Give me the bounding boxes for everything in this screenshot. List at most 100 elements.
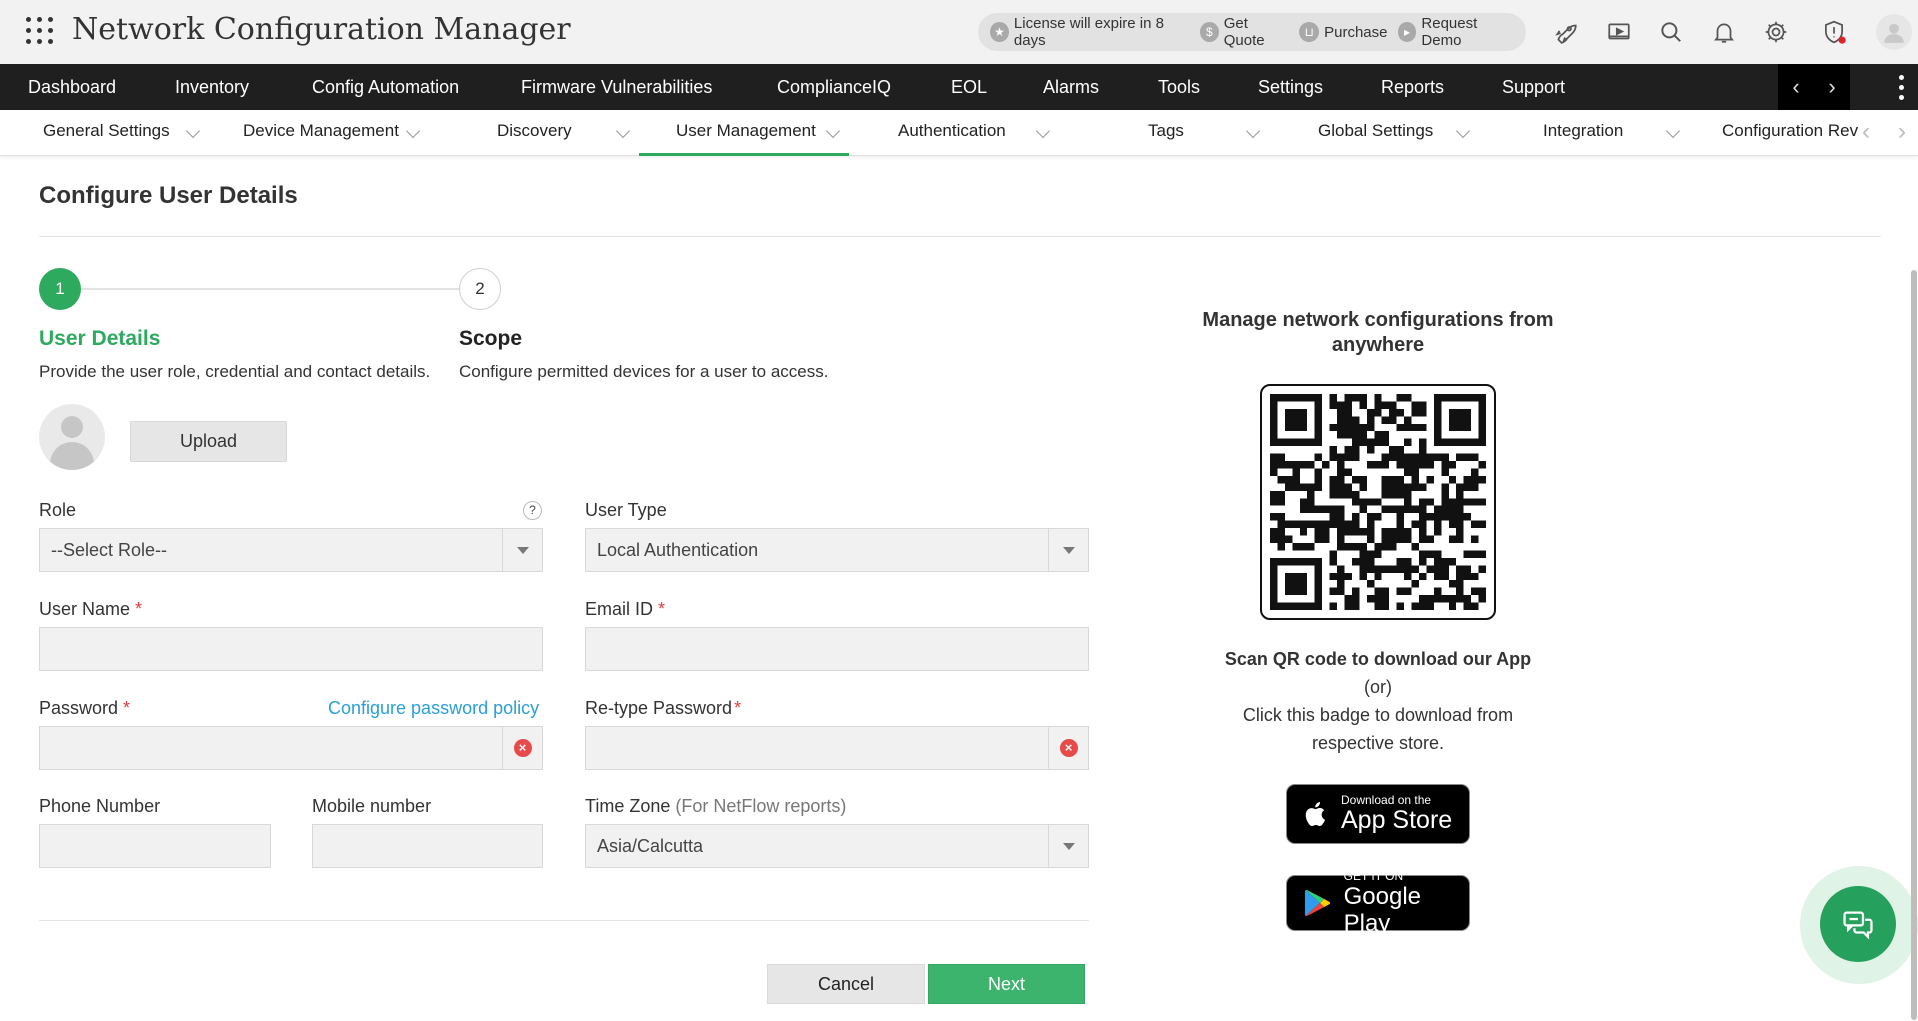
timezone-hint: (For NetFlow reports) <box>675 796 847 816</box>
chevron-down-icon[interactable] <box>825 123 841 139</box>
google-play-badge[interactable]: GET IT ON Google Play <box>1286 869 1470 937</box>
configure-password-policy-link[interactable]: Configure password policy <box>328 698 539 719</box>
nav-eol[interactable]: EOL <box>951 64 987 110</box>
subnav-user-management[interactable]: User Management <box>676 110 816 156</box>
subnav-integration[interactable]: Integration <box>1543 110 1623 156</box>
chat-icon <box>1843 911 1873 940</box>
email-input[interactable] <box>585 627 1089 671</box>
chevron-down-icon[interactable] <box>1245 123 1261 139</box>
dropdown-arrow-icon[interactable] <box>1048 825 1088 867</box>
subnav-global-settings[interactable]: Global Settings <box>1318 110 1433 156</box>
phone-input[interactable] <box>39 824 271 868</box>
clear-password-button[interactable]: × <box>502 727 542 769</box>
nav-inventory[interactable]: Inventory <box>175 64 249 110</box>
chevron-down-icon[interactable] <box>1035 123 1051 139</box>
shield-alert-icon[interactable] <box>1818 16 1850 48</box>
subnav-discovery[interactable]: Discovery <box>497 110 572 156</box>
user-avatar-icon[interactable] <box>1876 14 1912 50</box>
gear-icon[interactable] <box>1760 16 1792 48</box>
clear-retype-password-button[interactable]: × <box>1048 727 1088 769</box>
badge-instruction-text: Click this badge to download from respec… <box>1242 705 1514 753</box>
chevron-down-icon[interactable] <box>1455 123 1471 139</box>
chevron-down-icon[interactable] <box>185 123 201 139</box>
purchase-link[interactable]: ⊔ Purchase <box>1299 22 1388 42</box>
clear-icon: × <box>513 739 532 757</box>
cancel-button[interactable]: Cancel <box>767 964 925 1004</box>
get-quote-link[interactable]: $ Get Quote <box>1199 15 1289 49</box>
role-label: Role <box>39 500 77 520</box>
password-input[interactable]: × <box>39 726 543 770</box>
step-2-indicator[interactable]: 2 <box>459 268 501 310</box>
page-scrollbar[interactable] <box>1911 270 1917 1020</box>
nav-support[interactable]: Support <box>1502 64 1565 110</box>
required-mark: * <box>135 599 143 619</box>
subnav-next-arrow[interactable]: › <box>1898 110 1906 156</box>
subnav-authentication[interactable]: Authentication <box>898 110 1006 156</box>
request-demo-link[interactable]: ▸ Request Demo <box>1397 15 1517 49</box>
mobile-input[interactable] <box>312 824 543 868</box>
sub-nav: General Settings Device Management Disco… <box>0 110 1918 156</box>
dropdown-arrow-icon[interactable] <box>502 529 542 571</box>
retype-password-input[interactable]: × <box>585 726 1089 770</box>
required-mark: * <box>734 698 742 718</box>
request-demo-label: Request Demo <box>1421 15 1478 49</box>
user-name-input[interactable] <box>39 627 543 671</box>
timezone-value: Asia/Calcutta <box>597 836 704 856</box>
upload-button[interactable]: Upload <box>130 421 287 462</box>
stepper-connector <box>81 288 459 290</box>
next-button[interactable]: Next <box>928 964 1085 1004</box>
email-label-text: Email ID <box>585 599 654 619</box>
license-text: License will expire in 8 days <box>1013 15 1164 49</box>
search-icon[interactable] <box>1655 16 1687 48</box>
subnav-device-management[interactable]: Device Management <box>243 110 399 156</box>
user-name-label: User Name * <box>39 599 142 620</box>
nav-settings[interactable]: Settings <box>1258 64 1323 110</box>
cart-icon: ⊔ <box>1299 22 1320 42</box>
avatar-body <box>50 442 94 470</box>
nav-reports[interactable]: Reports <box>1381 64 1444 110</box>
timezone-select[interactable]: Asia/Calcutta <box>585 824 1089 868</box>
page-title: Configure User Details <box>39 182 298 209</box>
app-grid-icon[interactable] <box>26 17 54 45</box>
video-icon[interactable] <box>1603 16 1635 48</box>
promo-title: Manage network configurations from anywh… <box>1202 309 1554 356</box>
chat-button[interactable] <box>1820 886 1896 962</box>
app-download-qr-code <box>1260 384 1496 620</box>
step-2-title[interactable]: Scope <box>459 327 522 351</box>
rocket-icon[interactable] <box>1550 16 1582 48</box>
app-store-badge[interactable]: Download on the App Store <box>1286 784 1470 844</box>
chevron-down-icon[interactable] <box>1665 123 1681 139</box>
role-select[interactable]: --Select Role-- <box>39 528 543 572</box>
nav-dashboard[interactable]: Dashboard <box>28 64 116 110</box>
nav-config-automation[interactable]: Config Automation <box>312 64 459 110</box>
nav-complianceiq[interactable]: ComplianceIQ <box>777 64 891 110</box>
chevron-down-icon[interactable] <box>405 123 421 139</box>
subnav-prev-arrow[interactable]: ‹ <box>1862 110 1870 156</box>
qr-code-image <box>1270 394 1486 610</box>
clear-icon: × <box>1059 739 1078 757</box>
password-label: Password * <box>39 698 130 719</box>
nav-prev-arrow[interactable]: ‹ <box>1792 74 1799 100</box>
subnav-configuration-review[interactable]: Configuration Rev <box>1722 110 1858 156</box>
license-info[interactable]: ★ License will expire in 8 days <box>990 15 1190 49</box>
purchase-label: Purchase <box>1324 23 1388 41</box>
qr-modules <box>1270 394 1486 610</box>
nav-tools[interactable]: Tools <box>1158 64 1200 110</box>
user-type-select[interactable]: Local Authentication <box>585 528 1089 572</box>
help-icon[interactable]: ? <box>523 501 542 520</box>
chevron-down-icon[interactable] <box>615 123 631 139</box>
dropdown-arrow-icon[interactable] <box>1048 529 1088 571</box>
role-select-value: --Select Role-- <box>51 540 168 560</box>
bell-icon[interactable] <box>1708 16 1740 48</box>
nav-firmware-vulnerabilities[interactable]: Firmware Vulnerabilities <box>521 64 712 110</box>
license-pill: ★ License will expire in 8 days $ Get Qu… <box>978 13 1526 51</box>
phone-label: Phone Number <box>39 796 161 816</box>
user-type-value: Local Authentication <box>597 540 759 560</box>
more-menu-icon[interactable] <box>1896 72 1906 102</box>
nav-next-arrow[interactable]: › <box>1828 74 1835 100</box>
nav-alarms[interactable]: Alarms <box>1043 64 1099 110</box>
get-quote-label: Get Quote <box>1223 15 1265 49</box>
google-play-icon <box>1304 889 1331 917</box>
subnav-tags[interactable]: Tags <box>1148 110 1184 156</box>
subnav-general-settings[interactable]: General Settings <box>43 110 170 156</box>
